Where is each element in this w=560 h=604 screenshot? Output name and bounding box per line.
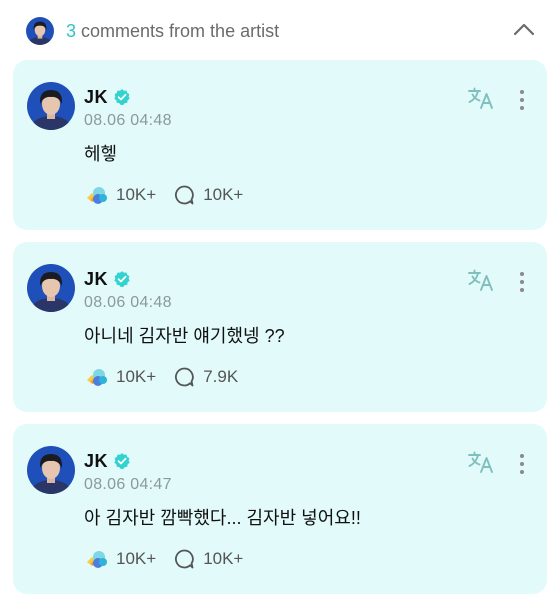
comment-card: JK 08.06 04:48 아니네 김자반 얘기했넹 ?? 10K+ 7.9K — [13, 242, 547, 412]
comment-text: 아니네 김자반 얘기했넹 ?? — [84, 326, 285, 346]
more-vertical-icon[interactable] — [515, 88, 529, 112]
reply-bubble-icon — [175, 185, 194, 205]
like-count: 10K+ — [116, 367, 157, 386]
comment-stats: 10K+ 7.9K — [84, 366, 255, 388]
weverse-like-icon — [87, 551, 107, 568]
comments-summary: 3 comments from the artist — [66, 20, 279, 42]
weverse-like-icon — [87, 187, 107, 204]
weverse-like-icon — [87, 369, 107, 386]
translate-icon[interactable] — [467, 268, 495, 292]
more-vertical-icon[interactable] — [515, 452, 529, 476]
comment-card: JK 08.06 04:48 헤헿 10K+ 10K+ — [13, 60, 547, 230]
reply-button[interactable]: 7.9K — [173, 366, 238, 388]
like-button[interactable]: 10K+ — [84, 184, 156, 206]
chevron-up-icon[interactable] — [510, 18, 538, 42]
verified-badge-icon — [114, 271, 130, 288]
reply-button[interactable]: 10K+ — [173, 184, 243, 206]
author-name[interactable]: JK — [84, 87, 108, 108]
like-count: 10K+ — [116, 185, 157, 204]
author-row: JK — [84, 268, 131, 290]
reply-count: 10K+ — [203, 549, 244, 568]
avatar[interactable] — [27, 446, 75, 494]
comment-text: 헤헿 — [84, 144, 118, 164]
avatar[interactable] — [27, 264, 75, 312]
comment-time: 08.06 04:47 — [84, 476, 172, 493]
reply-bubble-icon — [175, 367, 194, 387]
author-name[interactable]: JK — [84, 269, 108, 290]
reply-bubble-icon — [175, 549, 194, 569]
avatar[interactable] — [27, 82, 75, 130]
reply-count: 10K+ — [203, 185, 244, 204]
more-vertical-icon[interactable] — [515, 270, 529, 294]
comment-count: 3 — [66, 21, 77, 41]
like-button[interactable]: 10K+ — [84, 366, 156, 388]
comment-card: JK 08.06 04:47 아 김자반 깜빡했다... 김자반 넣어요!! 1… — [13, 424, 547, 594]
comment-time: 08.06 04:48 — [84, 112, 172, 129]
verified-badge-icon — [114, 453, 130, 470]
comment-text: 아 김자반 깜빡했다... 김자반 넣어요!! — [84, 508, 361, 528]
author-row: JK — [84, 450, 131, 472]
verified-badge-icon — [114, 89, 130, 106]
artist-comments-header[interactable]: 3 comments from the artist — [0, 0, 560, 60]
author-name[interactable]: JK — [84, 451, 108, 472]
reply-button[interactable]: 10K+ — [173, 548, 243, 570]
comment-stats: 10K+ 10K+ — [84, 184, 260, 206]
artist-avatar-small — [26, 17, 54, 45]
translate-icon[interactable] — [467, 86, 495, 110]
comment-time: 08.06 04:48 — [84, 294, 172, 311]
translate-icon[interactable] — [467, 450, 495, 474]
like-button[interactable]: 10K+ — [84, 548, 156, 570]
like-count: 10K+ — [116, 549, 157, 568]
comment-stats: 10K+ 10K+ — [84, 548, 260, 570]
comments-label: comments from the artist — [81, 21, 280, 41]
author-row: JK — [84, 86, 131, 108]
reply-count: 7.9K — [203, 367, 239, 386]
